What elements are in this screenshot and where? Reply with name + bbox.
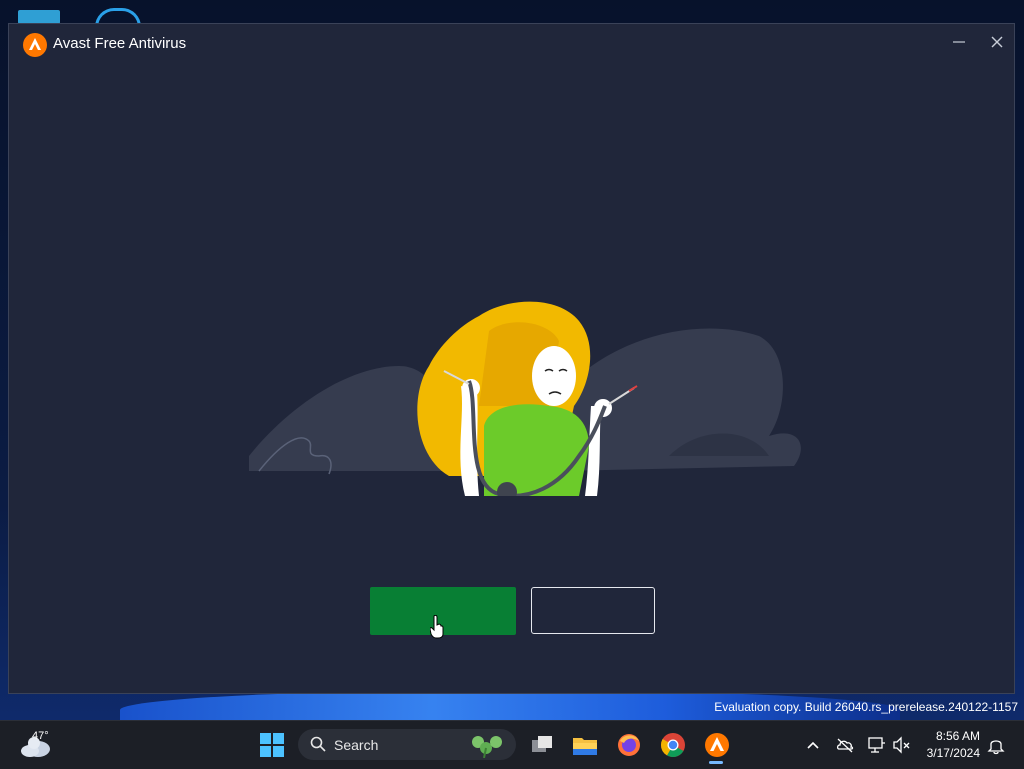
taskbar-search[interactable]: Search bbox=[298, 729, 516, 760]
minimize-button[interactable] bbox=[945, 32, 973, 58]
file-explorer-icon[interactable] bbox=[571, 731, 599, 759]
close-icon bbox=[991, 36, 1003, 48]
task-view-icon[interactable] bbox=[528, 731, 556, 759]
volume-muted-icon[interactable] bbox=[892, 735, 912, 755]
clover-icon bbox=[472, 736, 502, 758]
avast-logo-icon bbox=[23, 33, 47, 57]
bell-icon[interactable] bbox=[986, 735, 1006, 755]
secondary-action-button[interactable] bbox=[531, 587, 655, 634]
close-button[interactable] bbox=[983, 32, 1011, 58]
clock-time[interactable]: 8:56 AM bbox=[930, 729, 980, 743]
weather-temperature: 47° bbox=[32, 730, 49, 742]
avast-icon[interactable] bbox=[703, 731, 731, 759]
clock-date[interactable]: 3/17/2024 bbox=[914, 746, 980, 760]
firefox-icon[interactable] bbox=[615, 731, 643, 759]
search-icon bbox=[310, 736, 326, 752]
active-app-indicator bbox=[709, 761, 723, 764]
avast-window: Avast Free Antivirus bbox=[8, 23, 1015, 694]
evaluation-watermark: Evaluation copy. Build 26040.rs_prerelea… bbox=[714, 700, 1018, 714]
title-bar[interactable]: Avast Free Antivirus bbox=[9, 24, 1014, 66]
network-icon[interactable] bbox=[867, 735, 887, 755]
chrome-icon[interactable] bbox=[659, 731, 687, 759]
chevron-up-icon[interactable] bbox=[803, 735, 823, 755]
window-title: Avast Free Antivirus bbox=[53, 35, 187, 52]
unplugged-cable-illustration bbox=[249, 301, 801, 496]
minimize-icon bbox=[953, 41, 965, 43]
search-placeholder: Search bbox=[334, 737, 379, 753]
start-icon[interactable] bbox=[258, 731, 286, 759]
desktop-icon[interactable] bbox=[18, 10, 60, 24]
onedrive-icon[interactable] bbox=[835, 735, 855, 755]
mouse-pointer-icon bbox=[430, 615, 444, 639]
taskbar: 47° Search 8:56 AM 3/17/2024 bbox=[0, 720, 1024, 769]
